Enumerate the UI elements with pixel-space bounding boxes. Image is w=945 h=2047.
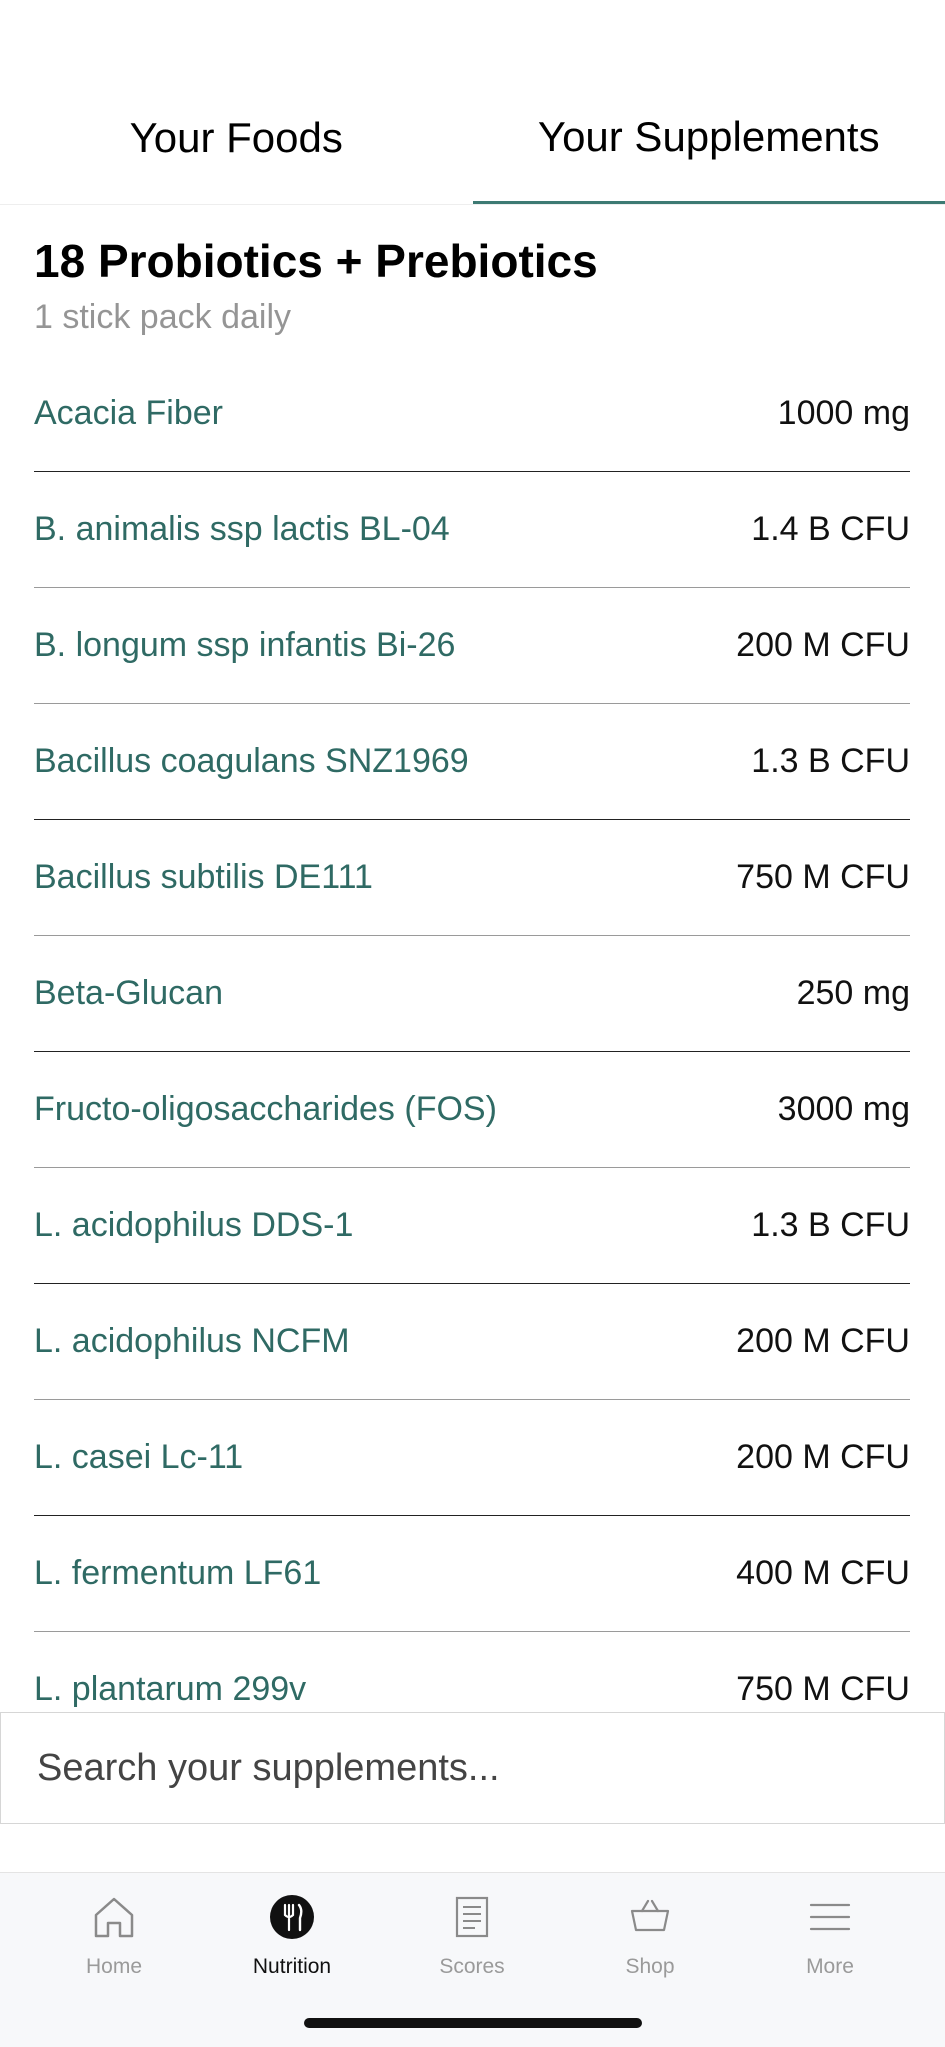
segment-tabs: Your Foods Your Supplements bbox=[0, 86, 945, 205]
ingredient-name: Fructo-oligosaccharides (FOS) bbox=[34, 1090, 497, 1129]
ingredient-amount: 3000 mg bbox=[778, 1090, 910, 1129]
ingredient-amount: 200 M CFU bbox=[736, 626, 910, 665]
tab-your-supplements[interactable]: Your Supplements bbox=[473, 86, 945, 204]
supplement-dosage: 1 stick pack daily bbox=[34, 298, 291, 337]
ingredient-amount: 750 M CFU bbox=[736, 1670, 910, 1709]
list-item[interactable]: Fructo-oligosaccharides (FOS) 3000 mg bbox=[34, 1052, 910, 1168]
list-item[interactable]: L. acidophilus NCFM 200 M CFU bbox=[34, 1284, 910, 1400]
list-item[interactable]: Bacillus subtilis DE111 750 M CFU bbox=[34, 820, 910, 936]
ingredient-amount: 750 M CFU bbox=[736, 858, 910, 897]
search-bar bbox=[0, 1712, 945, 1824]
search-input[interactable] bbox=[1, 1713, 944, 1823]
ingredient-amount: 1.3 B CFU bbox=[751, 1206, 910, 1245]
ingredient-name: L. acidophilus DDS-1 bbox=[34, 1206, 353, 1245]
list-item[interactable]: L. acidophilus DDS-1 1.3 B CFU bbox=[34, 1168, 910, 1284]
tabbar-item-home[interactable]: Home bbox=[44, 1891, 184, 2001]
list-item[interactable]: B. longum ssp infantis Bi-26 200 M CFU bbox=[34, 588, 910, 704]
home-indicator bbox=[304, 2018, 642, 2028]
menu-icon bbox=[804, 1891, 856, 1943]
ingredient-name: Bacillus subtilis DE111 bbox=[34, 858, 373, 897]
list-item[interactable]: B. animalis ssp lactis BL-04 1.4 B CFU bbox=[34, 472, 910, 588]
ingredient-name: L. plantarum 299v bbox=[34, 1670, 306, 1709]
ingredient-name: B. animalis ssp lactis BL-04 bbox=[34, 510, 450, 549]
ingredient-name: B. longum ssp infantis Bi-26 bbox=[34, 626, 455, 665]
ingredient-name: L. fermentum LF61 bbox=[34, 1554, 321, 1593]
tabbar-item-more[interactable]: More bbox=[760, 1891, 900, 2001]
ingredient-list[interactable]: Acacia Fiber 1000 mg B. animalis ssp lac… bbox=[34, 356, 910, 1712]
ingredient-amount: 1000 mg bbox=[778, 394, 910, 433]
fork-knife-icon bbox=[266, 1891, 318, 1943]
ingredient-name: Acacia Fiber bbox=[34, 394, 223, 433]
list-item[interactable]: L. casei Lc-11 200 M CFU bbox=[34, 1400, 910, 1516]
tabbar-item-scores[interactable]: Scores bbox=[402, 1891, 542, 2001]
tabbar-label: Nutrition bbox=[253, 1955, 331, 1979]
ingredient-amount: 1.4 B CFU bbox=[751, 510, 910, 549]
ingredient-name: Bacillus coagulans SNZ1969 bbox=[34, 742, 469, 781]
tab-your-foods[interactable]: Your Foods bbox=[0, 86, 473, 204]
ingredient-amount: 200 M CFU bbox=[736, 1438, 910, 1477]
ingredient-amount: 400 M CFU bbox=[736, 1554, 910, 1593]
list-item[interactable]: L. fermentum LF61 400 M CFU bbox=[34, 1516, 910, 1632]
ingredient-amount: 1.3 B CFU bbox=[751, 742, 910, 781]
tabbar-label: Shop bbox=[625, 1955, 674, 1979]
ingredient-name: L. casei Lc-11 bbox=[34, 1438, 243, 1477]
list-item[interactable]: Bacillus coagulans SNZ1969 1.3 B CFU bbox=[34, 704, 910, 820]
ingredient-amount: 250 mg bbox=[797, 974, 910, 1013]
ingredient-amount: 200 M CFU bbox=[736, 1322, 910, 1361]
ingredient-name: Beta-Glucan bbox=[34, 974, 223, 1013]
list-item[interactable]: Beta-Glucan 250 mg bbox=[34, 936, 910, 1052]
supplement-title: 18 Probiotics + Prebiotics bbox=[34, 234, 598, 288]
document-icon bbox=[446, 1891, 498, 1943]
tabbar-label: Scores bbox=[439, 1955, 504, 1979]
tabbar-item-nutrition[interactable]: Nutrition bbox=[222, 1891, 362, 2001]
tabbar-item-shop[interactable]: Shop bbox=[580, 1891, 720, 2001]
basket-icon bbox=[624, 1891, 676, 1943]
home-icon bbox=[88, 1891, 140, 1943]
list-item[interactable]: Acacia Fiber 1000 mg bbox=[34, 356, 910, 472]
ingredient-name: L. acidophilus NCFM bbox=[34, 1322, 350, 1361]
list-item[interactable]: L. plantarum 299v 750 M CFU bbox=[34, 1632, 910, 1712]
tabbar-label: Home bbox=[86, 1955, 142, 1979]
tabbar-label: More bbox=[806, 1955, 854, 1979]
